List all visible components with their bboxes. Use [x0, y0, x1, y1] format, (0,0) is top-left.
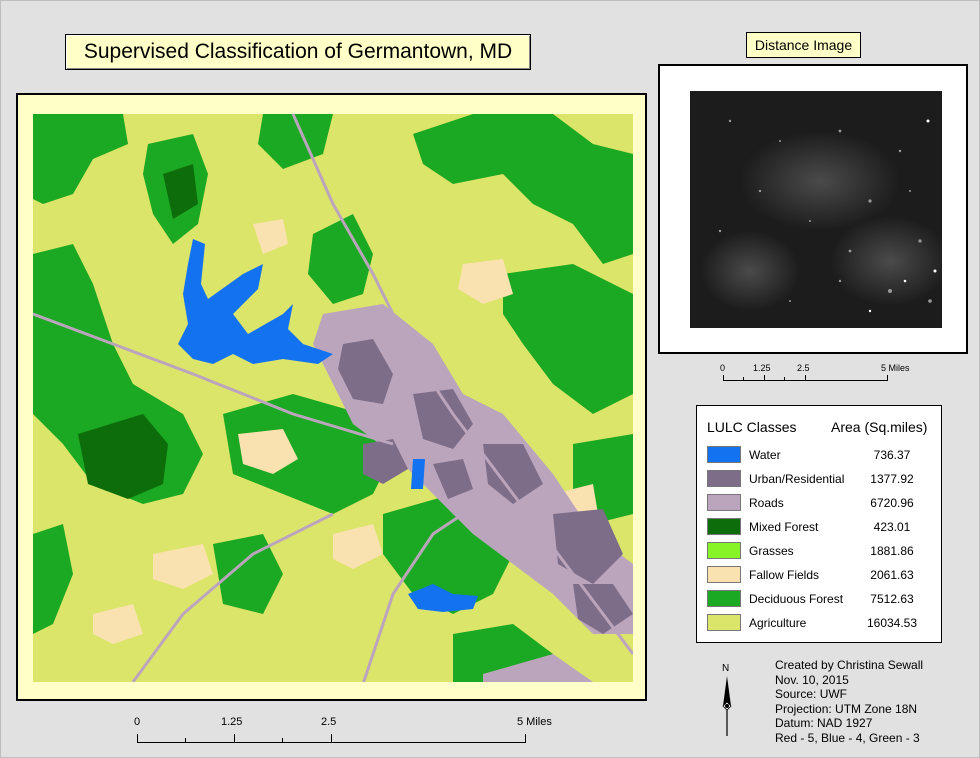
credit-datum: Datum: NAD 1927: [775, 716, 873, 730]
map-credits: Created by Christina Sewall Nov. 10, 201…: [775, 658, 923, 745]
distance-image-title: Distance Image: [746, 32, 861, 58]
map-title: Supervised Classification of Germantown,…: [65, 34, 531, 70]
distance-image-raster: [690, 91, 942, 328]
north-arrow-icon: [722, 676, 732, 736]
credit-projection: Projection: UTM Zone 18N: [775, 701, 918, 716]
legend-class-area: 6720.96: [870, 496, 914, 510]
legend-class-name: Mixed Forest: [749, 520, 819, 534]
classification-map-image: [33, 114, 633, 682]
legend-swatch: [707, 494, 741, 511]
legend-item: Deciduous Forest 7512.63: [707, 590, 937, 610]
legend-item: Mixed Forest 423.01: [707, 518, 937, 538]
legend-swatch: [707, 470, 741, 487]
inset-scale-label-2: 2.5: [797, 363, 810, 373]
main-scale-label-0: 0: [134, 716, 141, 728]
legend-swatch: [707, 542, 741, 559]
legend-item: Urban/Residential 1377.92: [707, 470, 937, 490]
legend-class-area: 7512.63: [870, 592, 914, 606]
legend-class-area: 423.01: [873, 520, 911, 534]
inset-scale-label-3: 5 Miles: [881, 363, 910, 373]
main-scale-label-1: 1.25: [221, 716, 243, 728]
north-arrow: N: [720, 663, 734, 741]
north-label: N: [722, 663, 730, 674]
legend-swatch: [707, 566, 741, 583]
legend-swatch: [707, 446, 741, 463]
distance-image[interactable]: [690, 91, 942, 328]
legend-class-name: Grasses: [749, 544, 794, 558]
legend-item: Roads 6720.96: [707, 494, 937, 514]
legend-class-name: Agriculture: [749, 616, 807, 630]
legend-class-area: 2061.63: [870, 568, 914, 582]
legend-swatch: [707, 590, 741, 607]
credit-source: Source: UWF: [775, 687, 848, 701]
legend-class-area: 1881.86: [870, 544, 914, 558]
legend-class-name: Roads: [749, 496, 784, 510]
legend-item: Fallow Fields 2061.63: [707, 566, 937, 586]
legend-class-area: 736.37: [873, 448, 911, 462]
legend: LULC Classes Area (Sq.miles) Water 736.37…: [696, 405, 942, 643]
main-scale-label-2: 2.5: [321, 716, 337, 728]
legend-swatch: [707, 518, 741, 535]
credit-author: Created by Christina Sewall: [775, 658, 924, 672]
legend-item: Water 736.37: [707, 446, 937, 466]
legend-class-name: Water: [749, 448, 781, 462]
classification-map[interactable]: [33, 114, 633, 682]
credit-date: Nov. 10, 2015: [775, 672, 849, 687]
legend-class-area: 1377.92: [870, 472, 914, 486]
legend-class-name: Deciduous Forest: [749, 592, 844, 606]
legend-item: Grasses 1881.86: [707, 542, 937, 562]
legend-class-name: Urban/Residential: [749, 472, 845, 486]
inset-scale-bar: 0 1.25 2.5 5 Miles: [720, 363, 910, 385]
credit-bands: Red - 5, Blue - 4, Green - 3: [775, 730, 920, 745]
main-map-frame: [16, 93, 647, 701]
main-scale-bar: 0 1.25 2.5 5 Miles: [134, 716, 552, 746]
inset-scale-label-0: 0: [720, 363, 726, 373]
legend-swatch: [707, 614, 741, 631]
distance-image-frame: [658, 64, 968, 354]
inset-scale-label-1: 1.25: [753, 363, 771, 373]
legend-item: Agriculture 16034.53: [707, 614, 937, 634]
legend-header-area: Area (Sq.miles): [831, 419, 928, 435]
legend-class-name: Fallow Fields: [749, 568, 820, 582]
legend-class-area: 16034.53: [866, 616, 918, 630]
legend-header-classes: LULC Classes: [707, 419, 797, 435]
main-scale-label-3: 5 Miles: [517, 716, 552, 728]
